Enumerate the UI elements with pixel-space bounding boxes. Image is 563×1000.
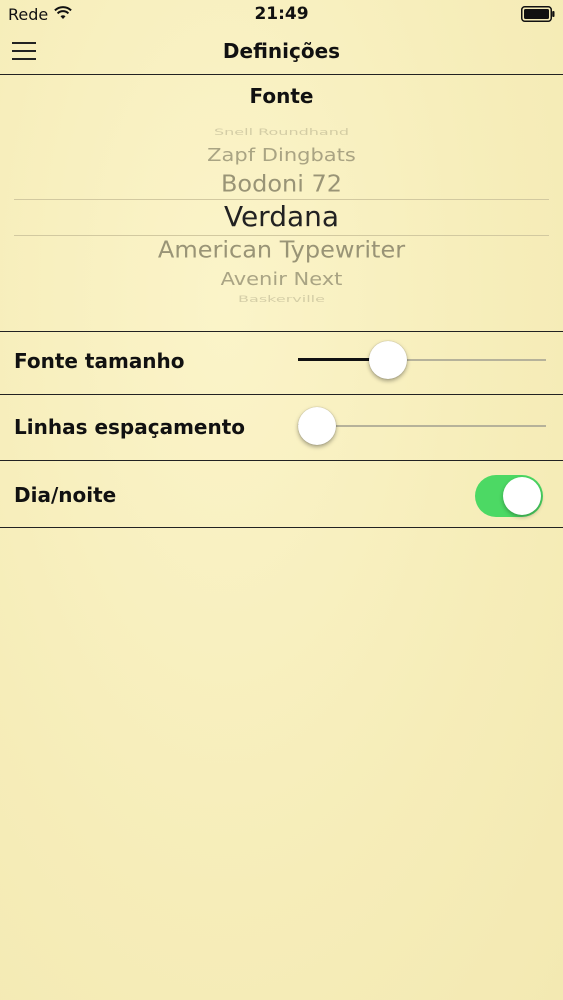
picker-item[interactable]: Baskerville bbox=[14, 294, 549, 305]
day-night-row: Dia/noite bbox=[0, 461, 563, 528]
battery-icon bbox=[521, 6, 555, 22]
line-spacing-row: Linhas espaçamento bbox=[0, 394, 563, 461]
page-title: Definições bbox=[222, 39, 341, 63]
slider-thumb[interactable] bbox=[298, 407, 336, 445]
status-bar: Rede 21:49 bbox=[0, 0, 563, 30]
line-spacing-label: Linhas espaçamento bbox=[14, 415, 246, 439]
font-section-title: Fonte bbox=[249, 84, 314, 108]
navigation-bar: Definições bbox=[0, 30, 563, 75]
picker-item[interactable]: Bodoni 72 bbox=[14, 170, 549, 199]
toggle-knob bbox=[503, 477, 541, 515]
slider-thumb[interactable] bbox=[369, 341, 408, 379]
font-size-slider[interactable] bbox=[298, 340, 546, 380]
picker-item[interactable]: Avenir Next bbox=[14, 268, 549, 290]
picker-item[interactable]: Snell Roundhand bbox=[14, 127, 549, 138]
picker-item-selected[interactable]: Verdana bbox=[14, 200, 549, 234]
font-size-label: Fonte tamanho bbox=[14, 349, 185, 373]
picker-item[interactable]: Zapf Dingbats bbox=[14, 144, 549, 166]
day-night-label: Dia/noite bbox=[14, 483, 117, 507]
picker-item[interactable]: American Typewriter bbox=[14, 236, 549, 265]
line-spacing-slider[interactable] bbox=[298, 406, 546, 446]
day-night-toggle[interactable] bbox=[475, 475, 543, 517]
status-time: 21:49 bbox=[254, 4, 309, 24]
font-size-row: Fonte tamanho bbox=[0, 331, 563, 395]
font-picker[interactable]: Snell Roundhand Zapf Dingbats Bodoni 72 … bbox=[14, 124, 549, 304]
